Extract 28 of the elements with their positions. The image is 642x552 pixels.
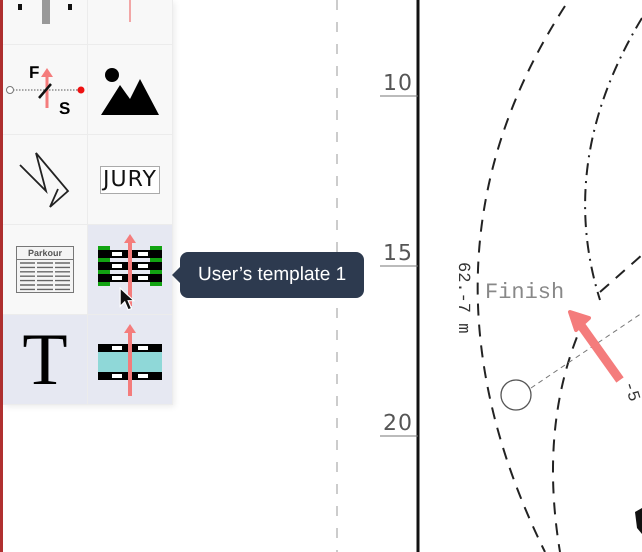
start-letter: S [59,98,70,118]
palette-tile[interactable]: T [3,315,88,405]
cursor-icon [119,287,135,312]
gate-icon [15,0,75,26]
palette-tile[interactable] [88,225,173,315]
text-tool-letter: T [22,324,68,394]
finish-letter: F [29,62,40,82]
finish-label: Finish [485,280,564,305]
sheet-title: Parkour [17,247,73,260]
palette-tile[interactable]: JURY [88,135,173,225]
palette-tile[interactable]: F S [3,45,88,135]
jury-sign: JURY [100,166,160,194]
track-line [599,254,642,293]
palette-tile[interactable] [88,0,173,45]
palette-tile[interactable] [3,0,88,45]
zigzag-icon [18,150,72,208]
start-marker [500,379,532,411]
ruler-label: 15 [383,241,413,266]
palette-tile[interactable]: Parkour [3,225,88,315]
distance-label: 62.-7 m [453,262,472,334]
ruler-label: 10 [383,71,413,96]
palette-tile[interactable] [3,135,88,225]
palette-tile[interactable] [88,45,173,135]
obstacle-mark [635,508,642,534]
distance-label: -5 [618,378,642,404]
ruler-label: 20 [383,411,413,436]
tooltip: User’s template 1 [180,252,364,298]
palette-tile[interactable] [88,315,173,405]
